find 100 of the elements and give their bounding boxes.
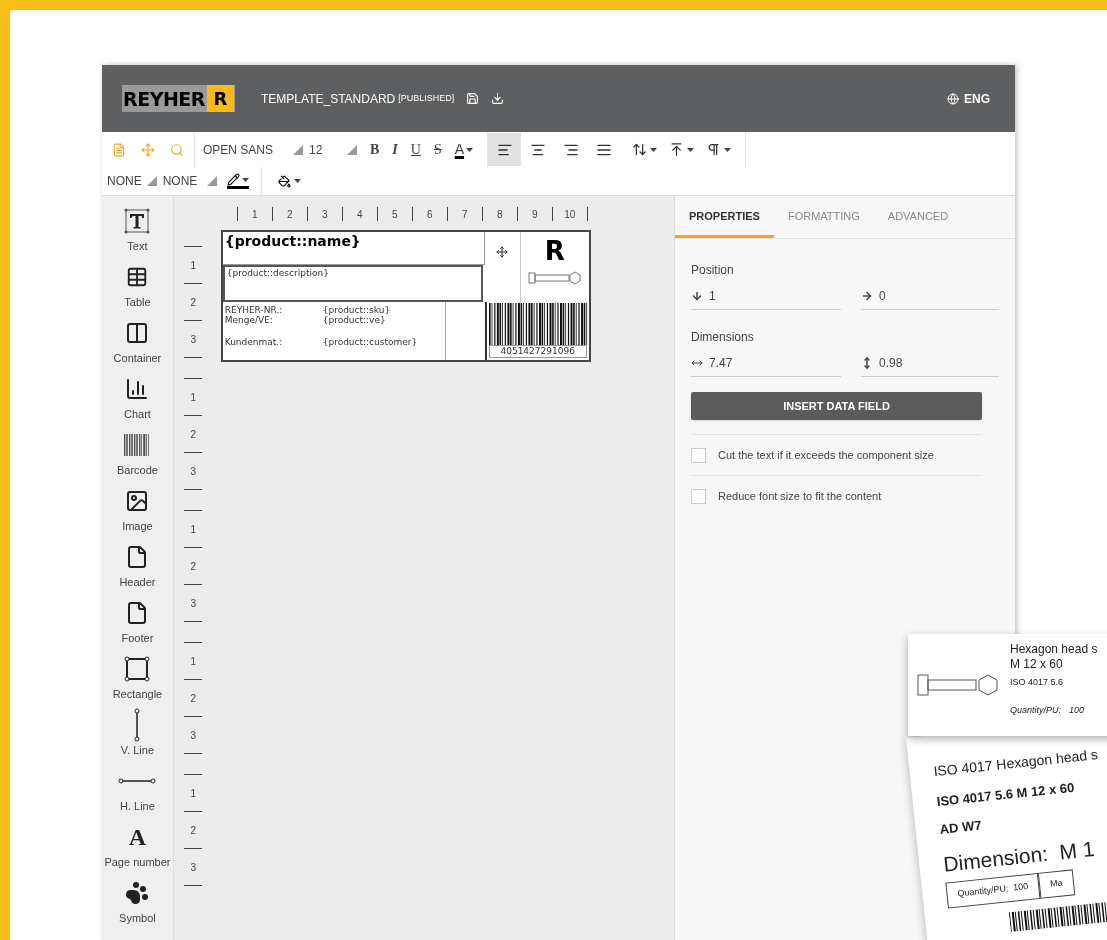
label-code: AD W7	[938, 816, 984, 839]
position-down-field[interactable]: 1	[691, 287, 841, 310]
ruler-number: 1	[190, 390, 197, 405]
dropdown-corner-icon	[206, 176, 217, 186]
tool-item[interactable]: Image	[102, 484, 173, 540]
ruler-number: 9	[530, 207, 539, 222]
ruler-number: 1	[190, 786, 197, 801]
letter-icon: A	[128, 825, 147, 849]
move-icon	[496, 246, 509, 258]
ruler-number: 2	[190, 691, 197, 706]
format-button[interactable]: U	[410, 139, 421, 160]
format-button[interactable]: B	[370, 139, 380, 160]
dropdown-corner-icon	[293, 144, 303, 155]
option-label: Reduce font size to fit the content	[718, 488, 882, 504]
ruler-number: 1	[250, 207, 259, 222]
tool-item[interactable]: Symbol	[102, 876, 173, 932]
logo-text: REYHER	[123, 87, 206, 110]
ruler-number: 1	[190, 522, 197, 537]
quantity-value: 100	[1069, 703, 1085, 717]
ruler-number: 1	[190, 654, 197, 669]
logo-mark: R	[207, 85, 235, 112]
font-select[interactable]: OPEN SANS	[203, 140, 293, 159]
insert-data-field-button[interactable]: INSERT DATA FIELD	[691, 392, 982, 420]
option-label: Cut the text if it exceeds the component size	[718, 447, 934, 463]
quantity-label: Quantity/PU:	[1010, 703, 1062, 717]
ruler-number: 3	[190, 332, 197, 347]
table-icon	[126, 266, 149, 288]
tool-item[interactable]: Text	[102, 204, 173, 260]
tool-item[interactable]: Rectangle	[102, 652, 173, 708]
fill-color-button[interactable]	[277, 174, 301, 188]
paragraph-icon	[706, 142, 722, 157]
panel-tab[interactable]: PROPERTIES	[675, 198, 774, 238]
tool-item[interactable]: Container	[102, 316, 173, 372]
arrow-down-icon	[691, 290, 703, 302]
tool-item[interactable]: Chart	[102, 372, 173, 428]
template-title: TEMPLATE_STANDARD	[261, 90, 396, 108]
tool-item[interactable]: Table	[102, 260, 173, 316]
dropdown-corner-icon	[146, 176, 157, 186]
field-label: REYHER-NR.:	[224, 305, 284, 315]
field-label: Menge/VE:	[224, 315, 274, 325]
save-button[interactable]	[466, 92, 480, 105]
field-value: {product::sku}	[322, 305, 391, 315]
tool-item[interactable]: Header	[102, 540, 173, 596]
ruler-number: 7	[460, 207, 469, 222]
ruler-number: 3	[320, 207, 329, 222]
ruler-number: 2	[285, 207, 294, 222]
caret-icon	[687, 147, 695, 152]
text-box-icon	[124, 208, 151, 234]
tool-item[interactable]: A Page number	[102, 820, 173, 876]
border-width-select[interactable]: NONE	[162, 172, 207, 190]
checkbox[interactable]	[691, 488, 706, 504]
barcode-icon	[124, 434, 151, 456]
border-color-button[interactable]	[226, 173, 249, 189]
tool-item[interactable]: H. Line	[102, 764, 173, 820]
ruler-number: 1	[190, 258, 197, 273]
rectangle-icon	[124, 656, 151, 682]
bolt-icon	[526, 270, 583, 286]
caret-icon	[241, 177, 249, 182]
format-button[interactable]: S	[433, 139, 442, 160]
ruler-number: 5	[390, 207, 399, 222]
paragraph-tool-button[interactable]	[706, 142, 732, 157]
description-field[interactable]: {product::description}	[222, 265, 483, 302]
download-button[interactable]	[491, 92, 505, 105]
paragraph-tool-button[interactable]	[669, 142, 695, 157]
bar-chart-icon	[125, 377, 150, 401]
ruler-number: 2	[190, 427, 197, 442]
border-style-select[interactable]: NONE	[107, 172, 142, 190]
dropdown-corner-icon	[347, 144, 357, 155]
field-value: {product::customer}	[322, 337, 418, 347]
product-standard: ISO 4017 5.6	[1010, 676, 1065, 689]
font-size-select[interactable]: 12	[309, 140, 347, 159]
horizontal-line-icon	[118, 777, 157, 785]
tool-item[interactable]: Footer	[102, 596, 173, 652]
globe-icon	[947, 92, 959, 105]
caret-icon	[650, 147, 658, 152]
ruler-number: 10	[563, 207, 577, 222]
ruler-number: 2	[190, 823, 197, 838]
tool-item[interactable]: V. Line	[102, 708, 173, 764]
format-button[interactable]: I	[392, 139, 398, 160]
language-button[interactable]: ENG	[947, 89, 990, 108]
name-field[interactable]: {product::name}	[222, 232, 485, 265]
width-field[interactable]: 7.47	[691, 354, 841, 377]
product-size: M 12 x 60	[1010, 657, 1064, 672]
logo-mark: R	[544, 238, 565, 264]
format-button[interactable]: A	[454, 139, 474, 160]
product-title: Hexagon head s	[1010, 642, 1098, 657]
ruler-number: 8	[495, 207, 504, 222]
caret-icon	[466, 147, 474, 152]
section-title: Dimensions	[691, 329, 755, 346]
publish-status: [PUBLISHED]	[398, 91, 455, 105]
ruler-number: 3	[190, 860, 197, 875]
position-right-field[interactable]: 0	[861, 287, 999, 310]
align-button[interactable]	[488, 133, 522, 166]
tool-item[interactable]: Barcode	[102, 428, 173, 484]
checkbox[interactable]	[691, 447, 706, 463]
height-field[interactable]: 0.98	[861, 354, 999, 377]
bolt-icon	[916, 672, 1000, 698]
ruler-number: 3	[190, 464, 197, 479]
paragraph-tool-button[interactable]	[632, 142, 658, 157]
ruler-number: 3	[190, 596, 197, 611]
